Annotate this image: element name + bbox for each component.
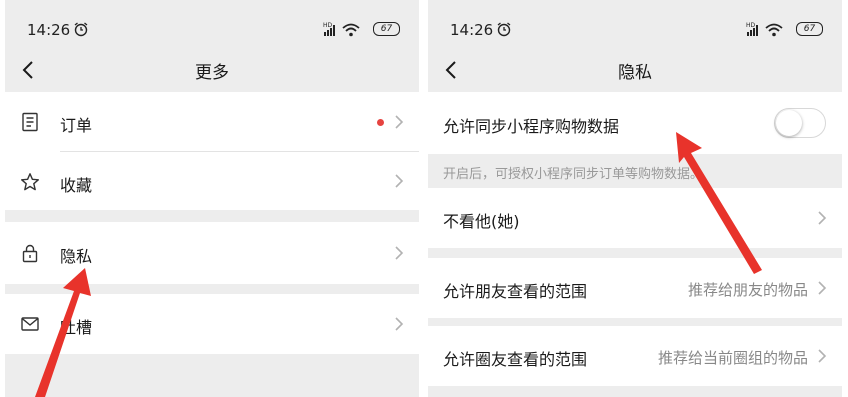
status-time: 14:26 xyxy=(450,21,494,39)
setting-row-label: 不看他(她) xyxy=(443,212,520,231)
chevron-right-icon xyxy=(395,246,404,260)
menu-item-label: 吐槽 xyxy=(60,318,93,337)
chevron-right-icon xyxy=(818,211,827,225)
unread-dot xyxy=(377,119,384,126)
sync-shopping-data-label: 允许同步小程序购物数据 xyxy=(443,117,620,136)
menu-item-orders[interactable]: 订单 xyxy=(5,92,419,152)
more-screen: 14:26 HD 67 更多 订单 收藏 隐私 吐槽 xyxy=(5,0,419,397)
svg-text:HD: HD xyxy=(746,22,756,29)
sync-hint-text: 开启后，可授权小程序同步订单等购物数据。 xyxy=(443,167,704,182)
menu-item-privacy[interactable]: 隐私 xyxy=(5,222,419,284)
nav-bar: 隐私 xyxy=(428,48,842,92)
lock-icon xyxy=(22,244,38,263)
status-bar: 14:26 HD 67 xyxy=(5,0,419,48)
page-title: 隐私 xyxy=(618,63,652,83)
toggle-knob xyxy=(776,110,802,136)
star-icon xyxy=(21,173,39,191)
setting-row-value: 推荐给朋友的物品 xyxy=(687,281,808,299)
menu-item-label: 订单 xyxy=(60,116,93,135)
setting-row-value: 推荐给当前圈组的物品 xyxy=(657,349,808,367)
alarm-icon xyxy=(74,22,88,37)
svg-text:HD: HD xyxy=(323,22,333,29)
chevron-right-icon xyxy=(818,349,827,363)
mail-icon xyxy=(21,317,39,331)
privacy-screen: 14:26 HD 67 隐私 允许同步小程序购物数据 开启后，可授权小程序同步订… xyxy=(428,0,842,397)
battery-indicator: 67 xyxy=(373,22,400,36)
setting-row-circle-scope[interactable]: 允许圈友查看的范围 推荐给当前圈组的物品 xyxy=(428,326,842,386)
menu-item-favorites[interactable]: 收藏 xyxy=(5,152,419,210)
signal-wifi-icon: HD xyxy=(746,22,783,37)
sync-shopping-data-toggle[interactable] xyxy=(774,108,826,138)
order-list-icon xyxy=(22,112,38,132)
setting-row-label: 允许朋友查看的范围 xyxy=(443,282,588,301)
alarm-icon xyxy=(497,22,511,37)
status-bar: 14:26 HD 67 xyxy=(428,0,842,48)
battery-indicator: 67 xyxy=(796,22,823,36)
status-time: 14:26 xyxy=(27,21,71,39)
nav-bar: 更多 xyxy=(5,48,419,92)
menu-item-label: 隐私 xyxy=(60,247,93,266)
sync-shopping-data-setting: 允许同步小程序购物数据 xyxy=(428,92,842,154)
setting-row-friends-scope[interactable]: 允许朋友查看的范围 推荐给朋友的物品 xyxy=(428,258,842,318)
chevron-right-icon xyxy=(395,317,404,331)
chevron-right-icon xyxy=(395,115,404,129)
setting-row-hide-from[interactable]: 不看他(她) xyxy=(428,188,842,248)
menu-item-label: 收藏 xyxy=(60,176,93,195)
chevron-right-icon xyxy=(395,174,404,188)
setting-row-label: 允许圈友查看的范围 xyxy=(443,350,588,369)
signal-wifi-icon: HD xyxy=(323,22,360,37)
page-title: 更多 xyxy=(195,63,229,83)
menu-item-feedback[interactable]: 吐槽 xyxy=(5,294,419,354)
chevron-right-icon xyxy=(818,281,827,295)
